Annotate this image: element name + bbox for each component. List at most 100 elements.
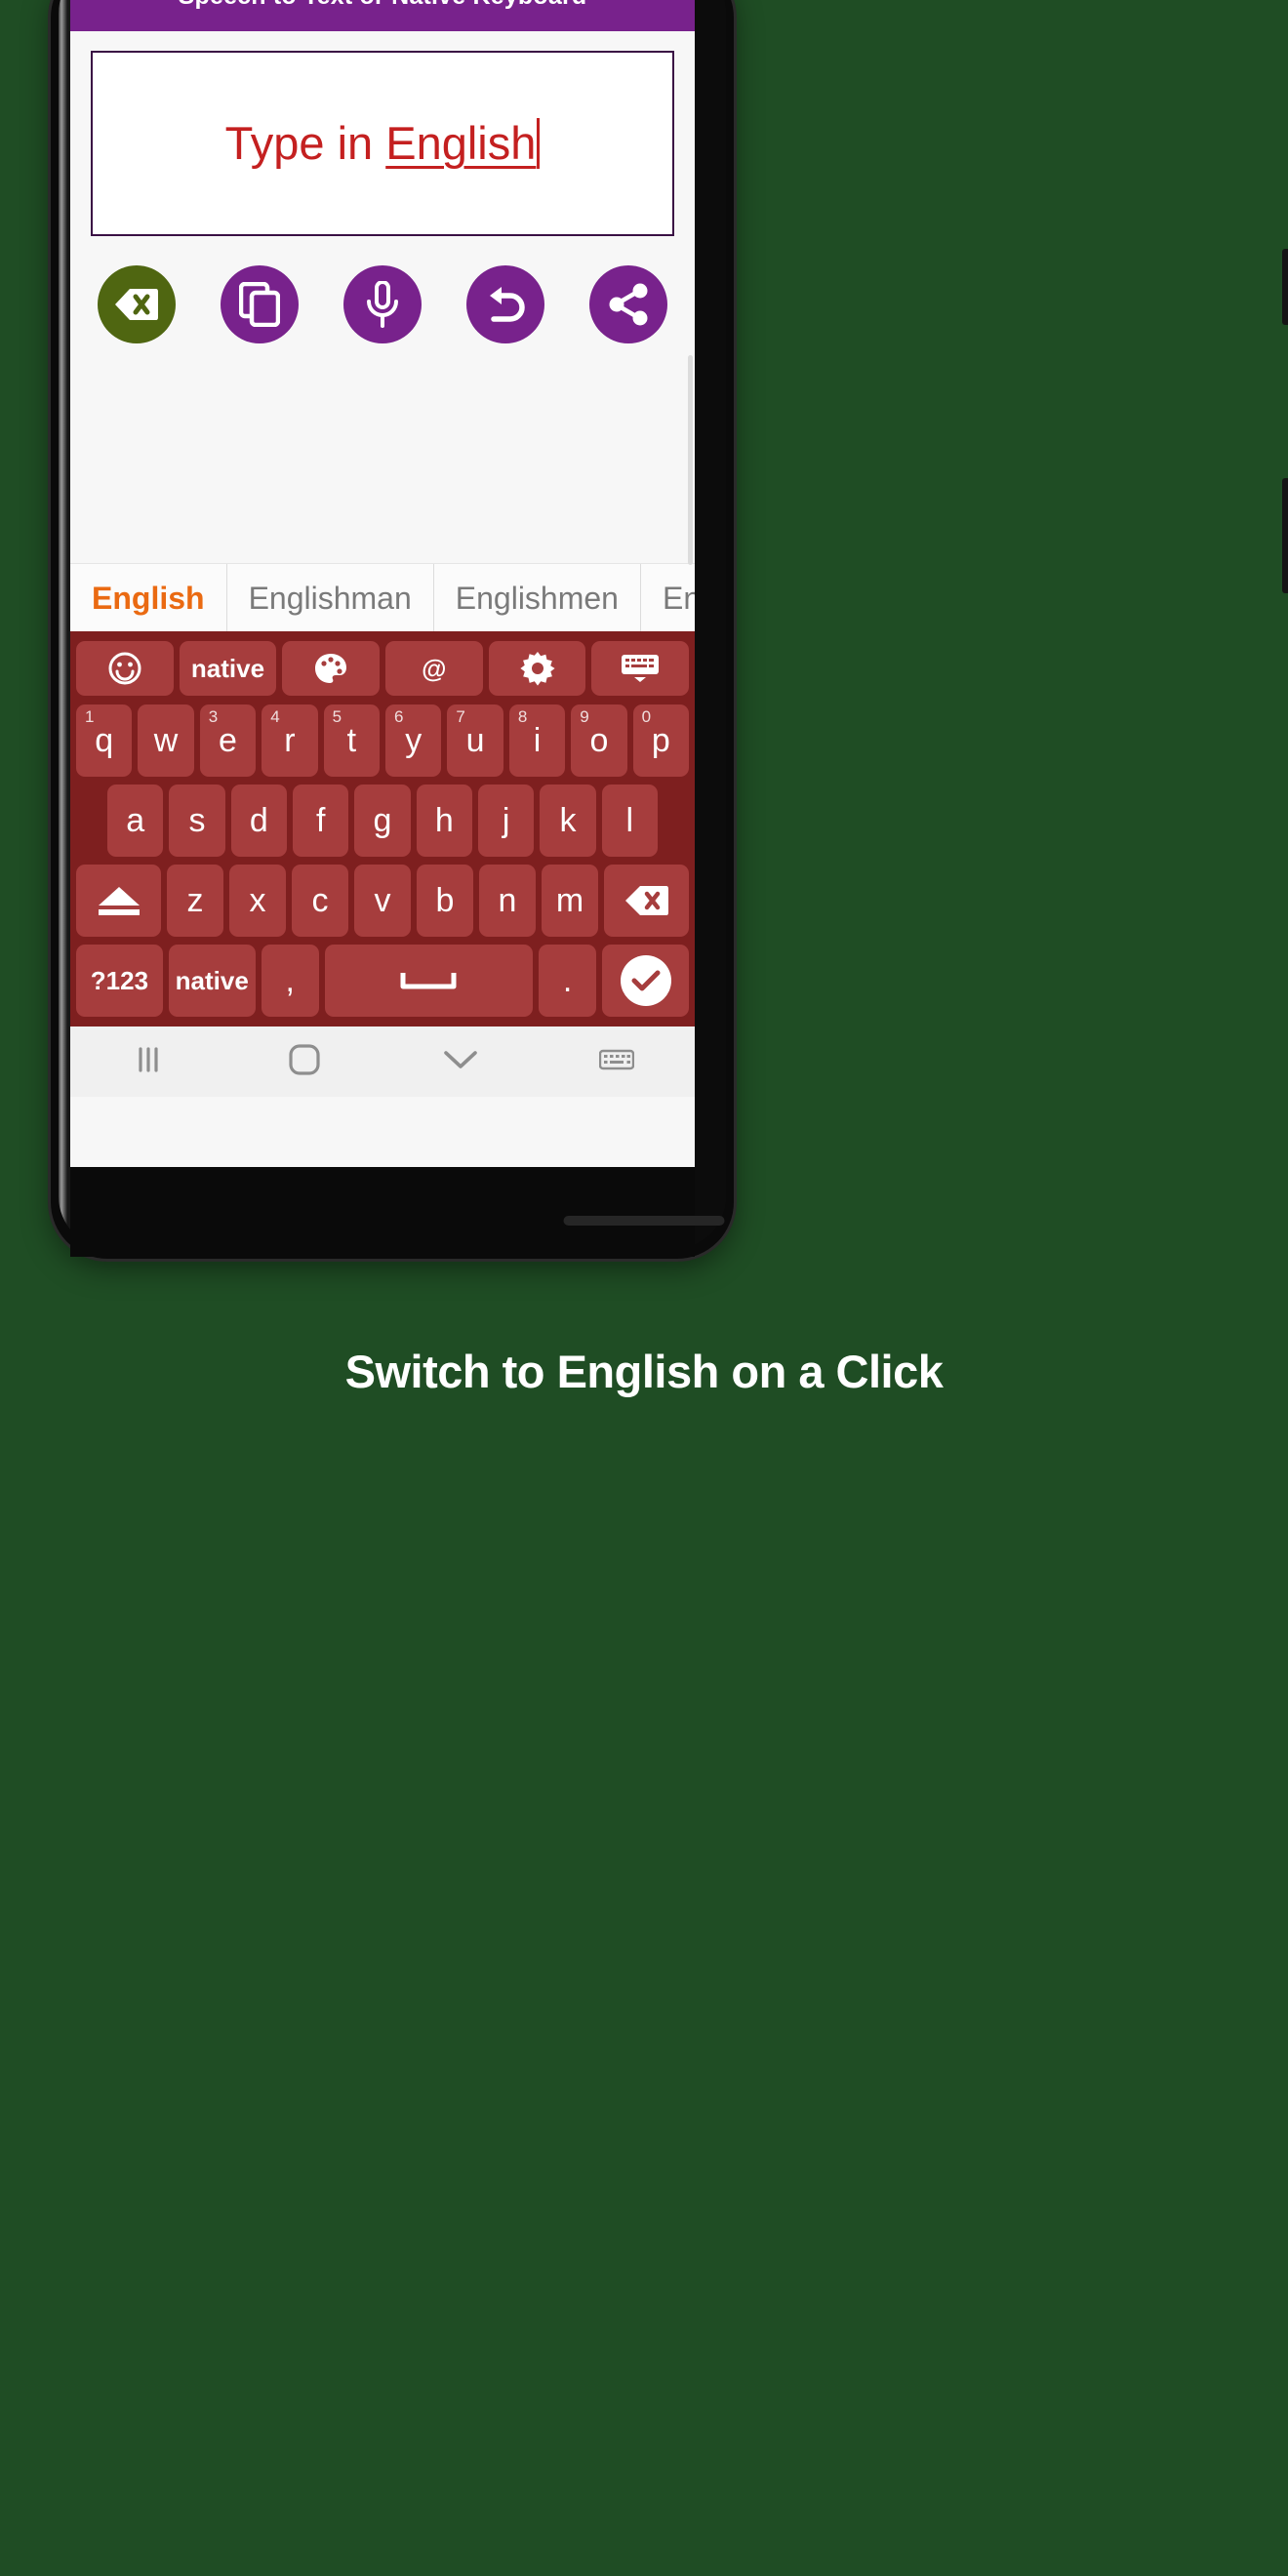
typed-text: Type in English <box>225 118 541 169</box>
key-label: i <box>533 721 542 759</box>
key-label: u <box>465 721 485 759</box>
enter-key[interactable] <box>602 945 689 1017</box>
key-sup: 5 <box>332 707 342 726</box>
key-k[interactable]: k <box>540 785 596 857</box>
keyboard-hide-icon <box>621 654 660 683</box>
undo-icon <box>482 286 529 323</box>
key-x[interactable]: x <box>229 865 286 937</box>
native-language-key[interactable]: native <box>179 641 277 696</box>
settings-key[interactable] <box>488 641 586 696</box>
share-button[interactable] <box>589 265 667 343</box>
microphone-button[interactable] <box>343 265 422 343</box>
scrollbar[interactable] <box>688 355 693 565</box>
backspace-delete-icon <box>114 287 159 322</box>
key-sup: 0 <box>641 707 652 726</box>
key-o[interactable]: 9o <box>571 704 627 777</box>
recents-button[interactable] <box>70 1045 226 1079</box>
text-area-wrapper: Type in English <box>70 31 695 236</box>
text-caret <box>537 118 541 169</box>
key-r[interactable]: 4r <box>262 704 318 777</box>
content-filler <box>70 343 695 565</box>
keyboard-function-row: native @ <box>73 636 692 701</box>
key-v[interactable]: v <box>354 865 411 937</box>
key-sup: 6 <box>394 707 404 726</box>
key-label: r <box>284 721 296 759</box>
key-f[interactable]: f <box>293 785 349 857</box>
text-input-field[interactable]: Type in English <box>91 51 674 236</box>
key-sup: 3 <box>208 707 219 726</box>
hide-keyboard-key[interactable] <box>591 641 690 696</box>
key-label: o <box>589 721 609 759</box>
suggestion-item[interactable]: English <box>70 564 227 631</box>
key-w[interactable]: w <box>138 704 194 777</box>
keyboard-row-4: ?123 native , . <box>73 941 692 1021</box>
suggestion-item[interactable]: Eng <box>641 564 695 631</box>
key-s[interactable]: s <box>169 785 225 857</box>
key-l[interactable]: l <box>601 785 658 857</box>
keyboard-row-3: z x c v b n m <box>73 861 692 941</box>
key-u[interactable]: 7u <box>447 704 503 777</box>
key-b[interactable]: b <box>417 865 473 937</box>
space-key[interactable] <box>324 945 533 1017</box>
phone-bottom-speaker <box>563 1216 725 1226</box>
back-button[interactable] <box>382 1048 539 1076</box>
emoji-key[interactable] <box>75 641 174 696</box>
language-switch-key[interactable]: native <box>168 945 256 1017</box>
key-label: y <box>405 721 423 759</box>
key-z[interactable]: z <box>167 865 223 937</box>
key-sup: 1 <box>84 707 95 726</box>
emoji-smiley-icon <box>108 652 141 685</box>
key-label: p <box>651 721 670 759</box>
space-bar-icon <box>400 970 457 991</box>
shift-caps-icon <box>97 884 141 917</box>
microphone-icon <box>366 281 399 328</box>
suggestion-item[interactable]: Englishman <box>227 564 434 631</box>
share-icon <box>608 283 649 326</box>
key-a[interactable]: a <box>107 785 164 857</box>
copy-button[interactable] <box>221 265 299 343</box>
key-comma[interactable]: , <box>261 945 319 1017</box>
key-label: q <box>95 721 114 759</box>
phone-volume-button[interactable] <box>1282 249 1288 325</box>
shift-key[interactable] <box>76 865 161 937</box>
key-label: t <box>346 721 357 759</box>
undo-button[interactable] <box>466 265 544 343</box>
keyboard-indicator-icon <box>598 1047 635 1077</box>
key-label: w <box>153 721 179 759</box>
key-t[interactable]: 5t <box>323 704 380 777</box>
key-period[interactable]: . <box>538 945 597 1017</box>
at-symbol-key[interactable]: @ <box>385 641 483 696</box>
keyboard-row-1: 1q w 3e 4r 5t 6y 7u 8i 9o 0p <box>73 701 692 781</box>
key-c[interactable]: c <box>292 865 348 937</box>
copy-icon <box>239 282 280 327</box>
key-e[interactable]: 3e <box>199 704 257 777</box>
key-n[interactable]: n <box>479 865 536 937</box>
phone-power-button[interactable] <box>1282 478 1288 593</box>
keyboard-row-2: a s d f g h j k l <box>73 781 692 861</box>
key-m[interactable]: m <box>542 865 598 937</box>
symbols-key[interactable]: ?123 <box>76 945 163 1017</box>
key-p[interactable]: 0p <box>632 704 690 777</box>
phone-screen: Speech to Text or Native Keyboard Type i… <box>70 0 695 1167</box>
back-chevron-icon <box>443 1048 478 1076</box>
suggestion-item[interactable]: Englishmen <box>434 564 641 631</box>
key-q[interactable]: 1q <box>75 704 133 777</box>
backspace-key[interactable] <box>604 865 689 937</box>
key-sup: 4 <box>270 707 280 726</box>
keyboard-indicator[interactable] <box>539 1047 695 1077</box>
theme-key[interactable] <box>282 641 380 696</box>
key-j[interactable]: j <box>477 785 535 857</box>
key-y[interactable]: 6y <box>385 704 442 777</box>
android-nav-bar <box>70 1026 695 1097</box>
key-h[interactable]: h <box>416 785 472 857</box>
check-enter-icon <box>620 955 671 1006</box>
key-sup: 8 <box>517 707 528 726</box>
key-d[interactable]: d <box>230 785 287 857</box>
home-button[interactable] <box>226 1043 382 1080</box>
key-g[interactable]: g <box>354 785 411 857</box>
promo-caption: Switch to English on a Click <box>344 1346 944 1397</box>
key-i[interactable]: 8i <box>508 704 566 777</box>
key-label: e <box>219 721 237 759</box>
key-sup: 7 <box>456 707 465 726</box>
backspace-delete-button[interactable] <box>98 265 176 343</box>
